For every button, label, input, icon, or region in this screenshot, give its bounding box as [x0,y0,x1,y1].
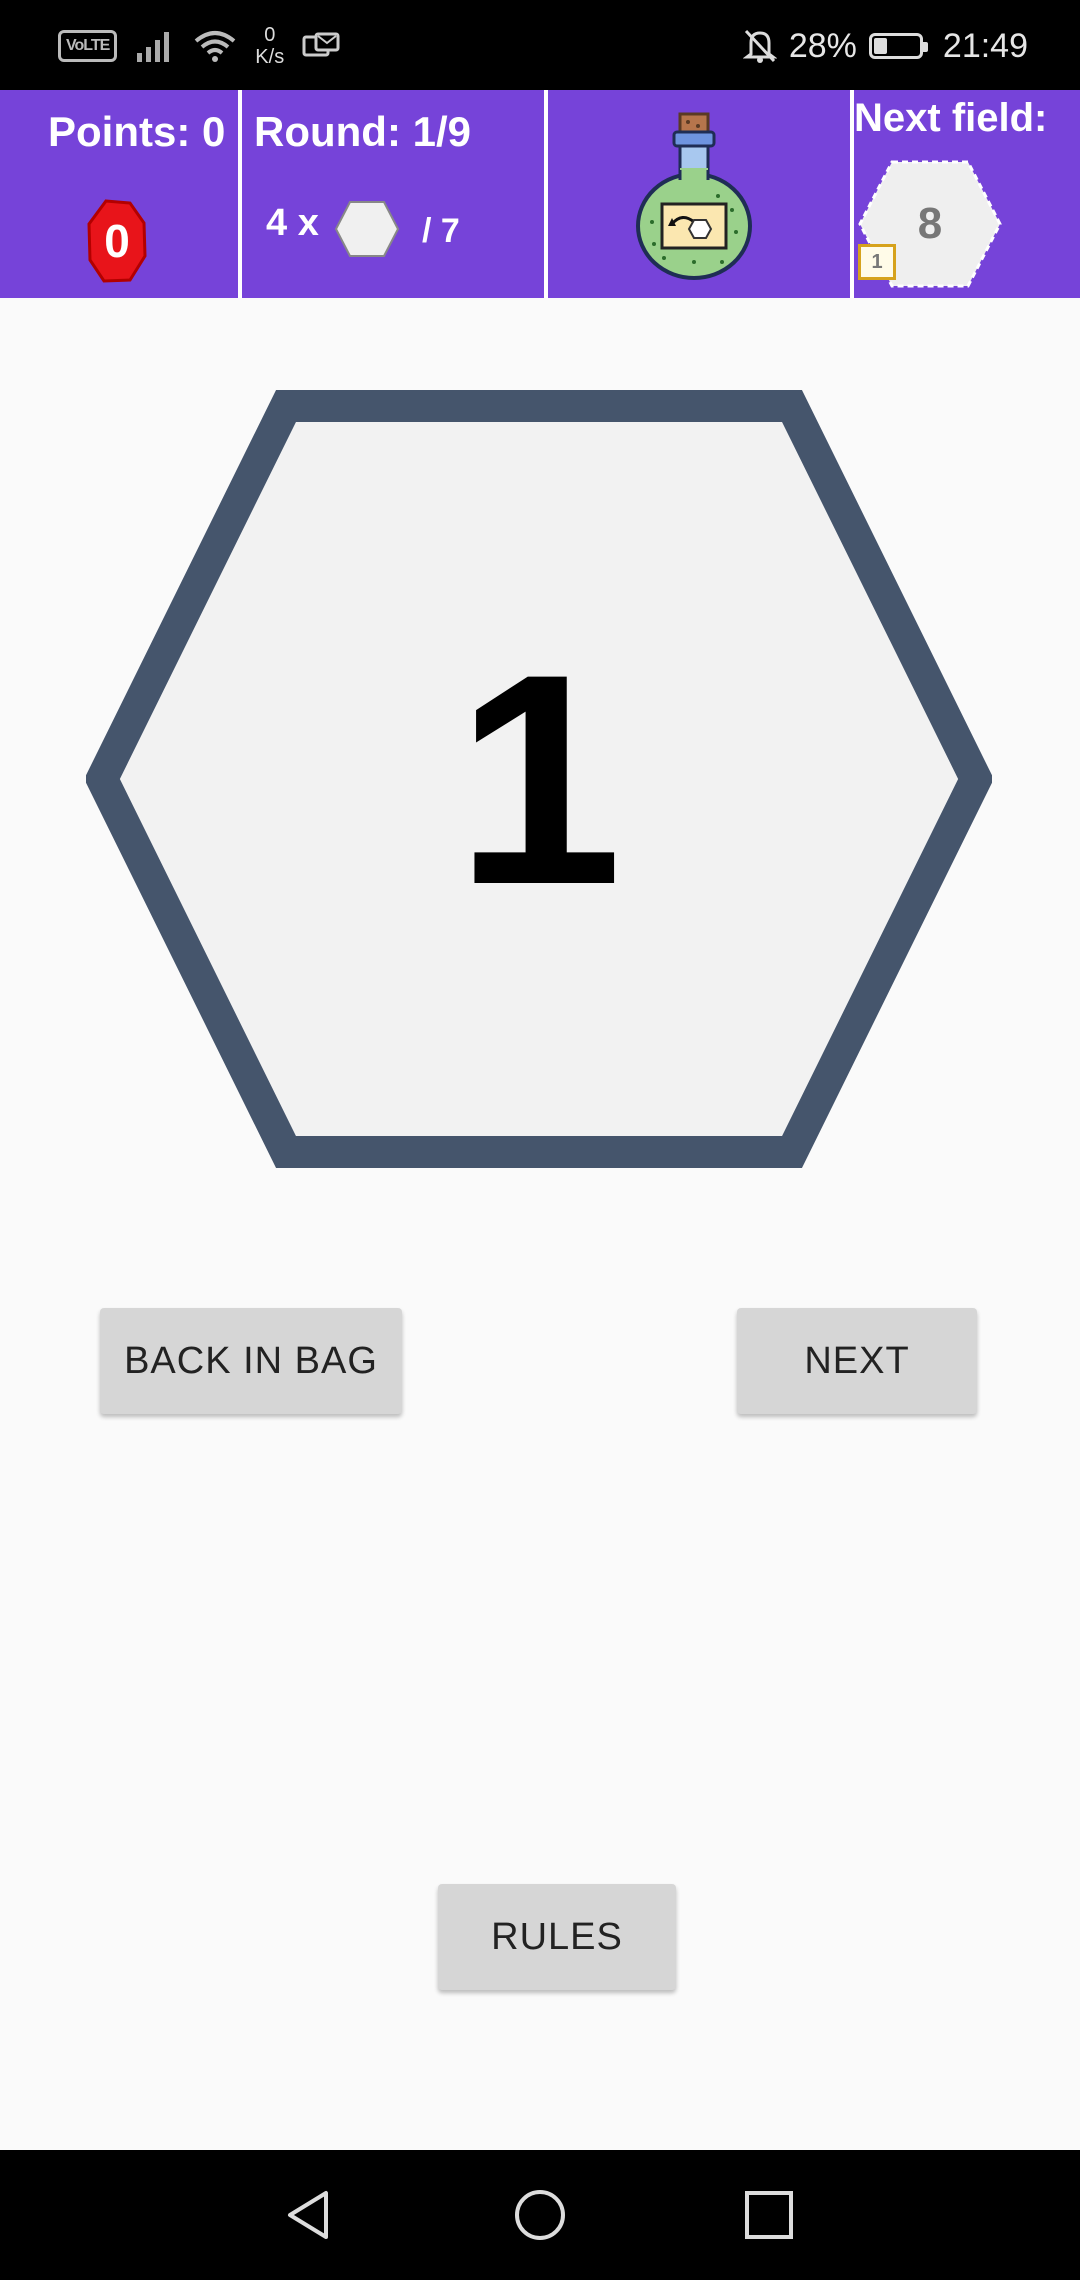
back-in-bag-button[interactable]: BACK IN BAG [100,1308,402,1414]
points-badge: 0 [86,198,148,284]
next-button[interactable]: NEXT [737,1308,977,1414]
net-speed-value: 0 [264,24,276,46]
back-nav-icon[interactable] [282,2187,338,2243]
next-field-badge: 1 [858,244,896,280]
clock: 21:49 [942,26,1028,65]
points-panel: Points: 0 0 [0,90,238,298]
network-speed: 0 K/s [255,24,284,68]
tile-count-prefix: 4 x [266,202,319,244]
points-label: Points: 0 [48,108,226,155]
rules-button[interactable]: RULES [438,1884,676,1990]
battery-percent: 28% [788,26,857,65]
navigation-bar [0,2150,1080,2280]
volte-icon: VoLTE [58,30,118,62]
potion-bottle-icon[interactable] [634,112,754,282]
recents-nav-icon[interactable] [741,2187,797,2243]
battery-fill [873,38,888,54]
round-label: Round: 1/9 [254,108,471,155]
game-header: Points: 0 0 Round: 1/9 4 x / 7 Next fiel… [0,90,1080,298]
potion-panel[interactable] [548,90,850,298]
small-hex-icon [334,201,400,257]
notification-app-icon [302,32,340,57]
next-field-panel: Next field: 8 1 [854,90,1080,298]
wifi-icon [195,31,236,62]
current-tile-value: 1 [455,611,623,947]
home-nav-icon[interactable] [512,2187,568,2243]
next-field-label: Next field: [854,96,1048,140]
points-badge-value: 0 [104,215,130,267]
tile-count-suffix: / 7 [422,212,460,250]
signal-icon [137,32,170,62]
battery-icon [868,33,928,59]
status-bar: VoLTE 0 K/s 28% 21:49 [0,0,1080,90]
round-panel: Round: 1/9 4 x / 7 [242,90,544,298]
bell-off-icon [742,29,777,63]
net-speed-unit: K/s [255,46,285,68]
